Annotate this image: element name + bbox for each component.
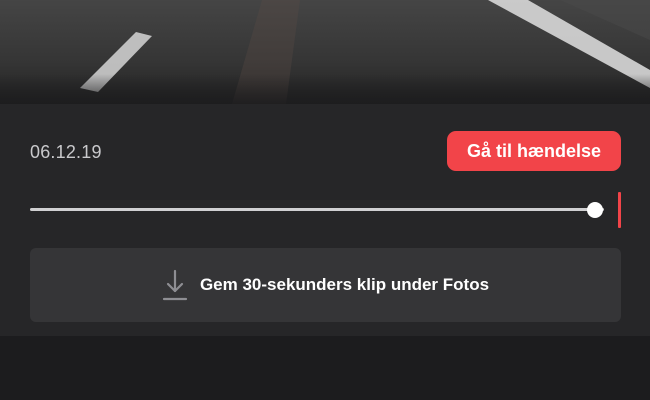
scrubber-track[interactable] xyxy=(30,208,604,211)
video-shade xyxy=(0,74,650,104)
video-preview[interactable] xyxy=(0,0,650,104)
go-to-event-button[interactable]: Gå til hændelse xyxy=(447,131,621,171)
save-clip-label: Gem 30-sekunders klip under Fotos xyxy=(199,275,490,294)
bottom-area xyxy=(0,336,650,400)
event-marker xyxy=(618,192,621,228)
download-icon xyxy=(162,269,188,301)
save-clip-button[interactable]: Gem 30-sekunders klip under Fotos xyxy=(30,248,621,322)
clip-date: 06.12.19 xyxy=(30,142,102,162)
scrubber-thumb[interactable] xyxy=(587,202,603,218)
clip-panel: 06.12.19 Gå til hændelse Gem 30-sekunder… xyxy=(0,104,650,336)
playback-scrubber[interactable] xyxy=(30,192,622,228)
